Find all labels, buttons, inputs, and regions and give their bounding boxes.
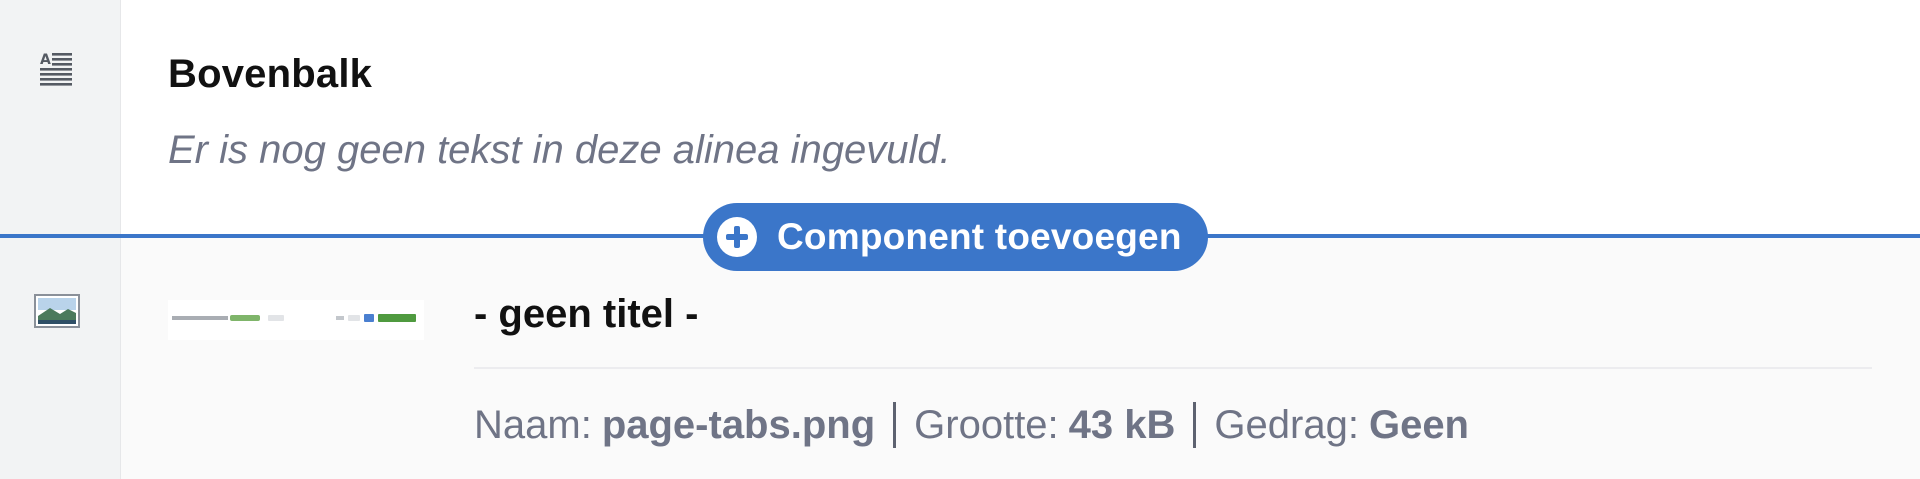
svg-text:A: A (40, 52, 51, 68)
add-component-button[interactable]: Component toevoegen (703, 203, 1208, 271)
size-label: Grootte: (914, 402, 1059, 447)
paragraph-placeholder-text[interactable]: Er is nog geen tekst in deze alinea inge… (168, 124, 951, 176)
image-thumbnail[interactable] (168, 300, 424, 340)
name-value: page-tabs.png (601, 402, 876, 447)
text-paragraph-icon: A (40, 52, 72, 86)
behavior-label: Gedrag: (1214, 402, 1359, 447)
paragraph-heading[interactable]: Bovenbalk (168, 50, 372, 98)
meta-separator (893, 402, 897, 448)
size-value: 43 kB (1068, 402, 1176, 447)
image-meta: Naam: page-tabs.png Grootte: 43 kB Gedra… (474, 400, 1469, 450)
add-component-label: Component toevoegen (777, 216, 1182, 257)
behavior-value: Geen (1368, 402, 1469, 447)
meta-separator (1193, 402, 1197, 448)
image-icon (34, 294, 80, 328)
image-title[interactable]: - geen titel - (474, 290, 698, 338)
page: A Bovenbalk Er is nog geen tekst in deze… (0, 0, 1920, 479)
name-label: Naam: (474, 402, 592, 447)
plus-circle-icon (717, 217, 757, 257)
image-divider (474, 367, 1872, 369)
